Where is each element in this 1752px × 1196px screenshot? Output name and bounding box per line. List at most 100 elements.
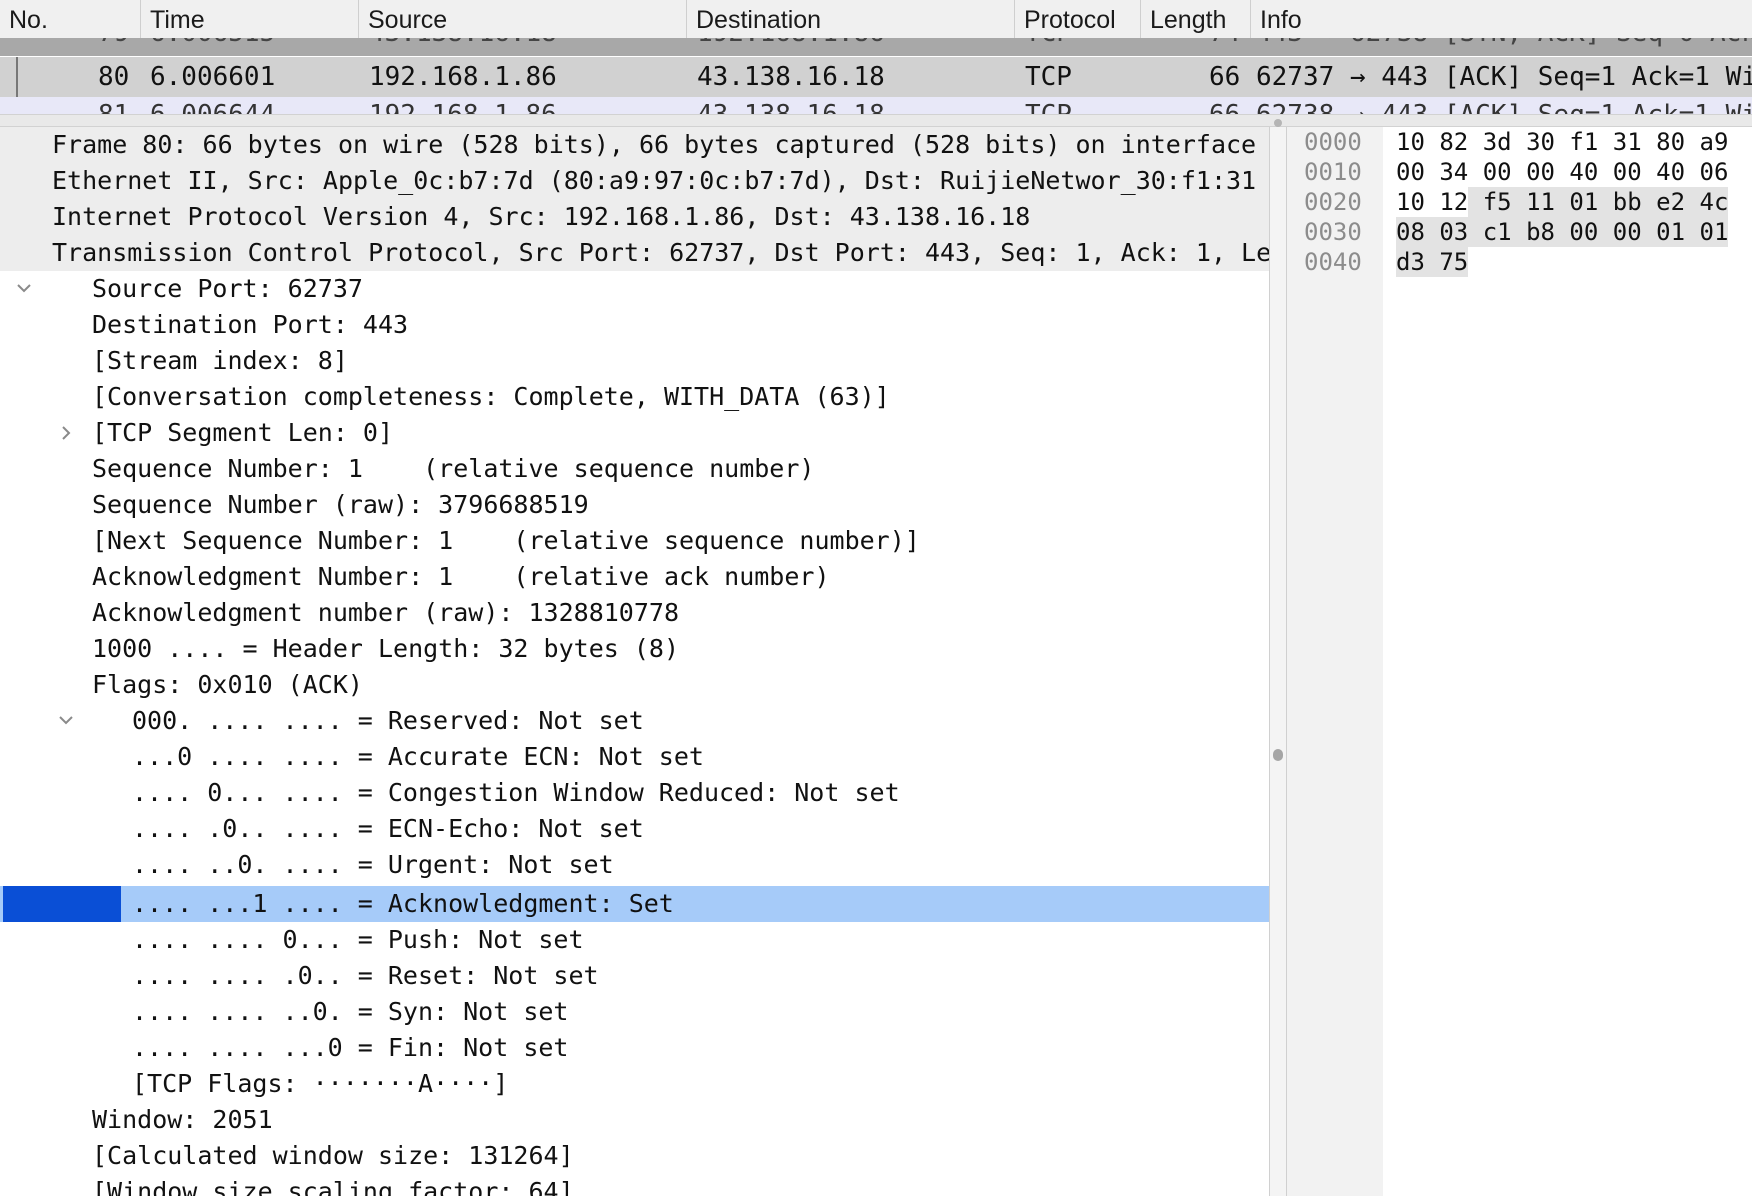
hex-byte[interactable]: 34 <box>1425 157 1468 187</box>
tree-item-seq[interactable]: Sequence Number: 1 (relative sequence nu… <box>0 451 1269 487</box>
tree-item-tcp[interactable]: Transmission Control Protocol, Src Port:… <box>0 235 1269 293</box>
hex-byte[interactable]: a9 <box>1685 127 1729 157</box>
tree-item-tcp-flags-summary[interactable]: [TCP Flags: ·······A····] <box>0 1066 1269 1102</box>
tree-item-flags[interactable]: Flags: 0x010 (ACK) <box>0 667 1269 725</box>
hex-byte[interactable]: 75 <box>1424 247 1469 277</box>
tree-item-stream-index[interactable]: [Stream index: 8] <box>0 343 1269 379</box>
tree-item-flag-urg[interactable]: .... ..0. .... = Urgent: Not set <box>0 847 1269 883</box>
tree-item-frame[interactable]: Frame 80: 66 bytes on wire (528 bits), 6… <box>0 127 1269 188</box>
hex-byte[interactable]: 01 <box>1685 217 1729 247</box>
tree-item-header-len[interactable]: 1000 .... = Header Length: 32 bytes (8) <box>0 631 1269 667</box>
hex-byte[interactable]: 82 <box>1425 127 1468 157</box>
column-header-protocol[interactable]: Protocol <box>1014 0 1140 38</box>
hex-line[interactable]: d3 75 <box>1396 247 1469 277</box>
tree-item-seq-raw[interactable]: Sequence Number (raw): 3796688519 <box>0 487 1269 523</box>
hex-byte[interactable]: 00 <box>1554 217 1599 247</box>
hex-byte[interactable]: 40 <box>1555 157 1598 187</box>
hex-byte[interactable]: 03 <box>1424 217 1469 247</box>
tree-item-dst-port[interactable]: Destination Port: 443 <box>0 307 1269 343</box>
cell-source: 192.168.1.86 <box>369 62 557 92</box>
tree-item-label: 1000 .... = Header Length: 32 bytes (8) <box>92 634 679 663</box>
column-header-source[interactable]: Source <box>358 0 686 38</box>
hex-line[interactable]: 00 34 00 00 40 00 40 06 <box>1396 157 1728 187</box>
hex-byte[interactable]: e2 <box>1641 187 1686 217</box>
pane-splitter-horizontal[interactable] <box>0 114 1752 127</box>
tree-item-src-port[interactable]: Source Port: 62737 <box>0 271 1269 307</box>
hex-byte[interactable]: 00 <box>1396 157 1425 187</box>
tree-item-ip[interactable]: Internet Protocol Version 4, Src: 192.16… <box>0 199 1269 260</box>
cell-info: 62738 → 443 [ACK] Seq=1 Ack=1 Win <box>1256 100 1752 114</box>
hex-byte[interactable]: 00 <box>1598 157 1642 187</box>
hex-byte[interactable]: 31 <box>1598 127 1642 157</box>
column-header-info[interactable]: Info <box>1250 0 1752 38</box>
hex-byte[interactable]: b8 <box>1511 217 1555 247</box>
tree-item-flag-rst[interactable]: .... .... .0.. = Reset: Not set <box>0 958 1269 994</box>
tree-item-window[interactable]: Window: 2051 <box>0 1102 1269 1138</box>
tree-item-calc-window[interactable]: [Calculated window size: 131264] <box>0 1138 1269 1174</box>
hex-byte[interactable]: 40 <box>1642 157 1685 187</box>
packet-bytes-pane[interactable]: 0000 0010 0020 0030 0040 10 82 3d 30 f1 … <box>1287 127 1752 1196</box>
hex-line[interactable]: 10 12 f5 11 01 bb e2 4c <box>1396 187 1729 217</box>
pane-splitter-vertical[interactable] <box>1269 119 1287 1196</box>
hex-byte[interactable]: 06 <box>1685 157 1729 187</box>
cell-info: 62737 → 443 [ACK] Seq=1 Ack=1 Win=131264 <box>1256 62 1752 92</box>
hex-byte[interactable]: 80 <box>1642 127 1685 157</box>
hex-byte[interactable]: 11 <box>1511 187 1555 217</box>
tree-item-next-seq[interactable]: [Next Sequence Number: 1 (relative seque… <box>0 523 1269 559</box>
packet-row[interactable]: 79 6.006515 43.138.16.18 192.168.1.86 TC… <box>0 38 1752 56</box>
cell-source: 43.138.16.18 <box>369 38 557 48</box>
tree-item-scaling[interactable]: [Window size scaling factor: 64] <box>0 1174 1269 1196</box>
tree-item-flag-ecn[interactable]: ...0 .... .... = Accurate ECN: Not set <box>0 739 1269 775</box>
hex-byte[interactable]: 08 <box>1396 217 1425 247</box>
tree-item-label: Window: 2051 <box>92 1105 273 1134</box>
splitter-handle[interactable] <box>1273 749 1283 761</box>
splitter-handle[interactable] <box>1274 119 1282 127</box>
packet-row-selected[interactable]: 80 6.006601 192.168.1.86 43.138.16.18 TC… <box>0 57 1752 97</box>
tree-item-label: Destination Port: 443 <box>92 310 409 339</box>
hex-line[interactable]: 08 03 c1 b8 00 00 01 01 <box>1396 217 1729 247</box>
tree-item-flag-ece[interactable]: .... .0.. .... = ECN-Echo: Not set <box>0 811 1269 847</box>
column-header-destination[interactable]: Destination <box>686 0 1014 38</box>
tree-item-label: [Next Sequence Number: 1 (relative seque… <box>92 526 920 555</box>
hex-byte[interactable]: f1 <box>1555 127 1598 157</box>
hex-byte[interactable]: 00 <box>1468 157 1512 187</box>
cell-length: 66 <box>1209 62 1241 92</box>
hex-byte[interactable]: 01 <box>1554 187 1599 217</box>
column-header-length[interactable]: Length <box>1140 0 1250 38</box>
tree-item-flag-reserved[interactable]: 000. .... .... = Reserved: Not set <box>0 703 1269 739</box>
tree-item-ack-raw[interactable]: Acknowledgment number (raw): 1328810778 <box>0 595 1269 631</box>
hex-byte[interactable]: 4c <box>1685 187 1729 217</box>
tree-item-label: Sequence Number (raw): 3796688519 <box>92 490 589 519</box>
packet-details-tree[interactable]: Frame 80: 66 bytes on wire (528 bits), 6… <box>0 127 1269 1196</box>
column-header-time[interactable]: Time <box>140 0 358 38</box>
hex-byte[interactable]: bb <box>1598 187 1642 217</box>
tree-item-segment-len[interactable]: [TCP Segment Len: 0] <box>0 415 1269 451</box>
tree-item-ack[interactable]: Acknowledgment Number: 1 (relative ack n… <box>0 559 1269 595</box>
hex-line[interactable]: 10 82 3d 30 f1 31 80 a9 <box>1396 127 1728 157</box>
column-header-no[interactable]: No. <box>0 0 140 38</box>
tree-item-flag-syn[interactable]: .... .... ..0. = Syn: Not set <box>0 994 1269 1030</box>
tree-item-flag-cwr[interactable]: .... 0... .... = Congestion Window Reduc… <box>0 775 1269 811</box>
cell-destination: 43.138.16.18 <box>697 100 885 114</box>
hex-byte[interactable]: 01 <box>1641 217 1686 247</box>
hex-byte[interactable]: 12 <box>1425 187 1468 217</box>
hex-byte[interactable]: 00 <box>1512 157 1555 187</box>
packet-row[interactable]: 81 6.006644 192.168.1.86 43.138.16.18 TC… <box>0 97 1752 114</box>
hex-byte[interactable]: 00 <box>1598 217 1642 247</box>
hex-byte[interactable]: 30 <box>1512 127 1555 157</box>
tree-item-flag-fin[interactable]: .... .... ...0 = Fin: Not set <box>0 1030 1269 1066</box>
tree-item-flag-psh[interactable]: .... .... 0... = Push: Not set <box>0 922 1269 958</box>
hex-byte[interactable]: 3d <box>1468 127 1512 157</box>
cell-no: 81 <box>98 100 129 114</box>
hex-byte[interactable]: 10 <box>1396 187 1425 217</box>
tree-item-conversation[interactable]: [Conversation completeness: Complete, WI… <box>0 379 1269 440</box>
hex-byte[interactable]: c1 <box>1468 217 1512 247</box>
tree-item-flag-ack-selected[interactable]: .... ...1 .... = Acknowledgment: Set <box>0 886 1269 922</box>
cell-no: 79 <box>98 38 129 48</box>
hex-byte[interactable]: 10 <box>1396 127 1425 157</box>
packet-list[interactable]: No. Time Source Destination Protocol Len… <box>0 0 1752 114</box>
hex-offset: 0030 <box>1304 218 1362 246</box>
hex-byte[interactable]: f5 <box>1468 187 1512 217</box>
hex-byte[interactable]: d3 <box>1396 247 1425 277</box>
tree-item-ethernet[interactable]: Ethernet II, Src: Apple_0c:b7:7d (80:a9:… <box>0 163 1269 224</box>
